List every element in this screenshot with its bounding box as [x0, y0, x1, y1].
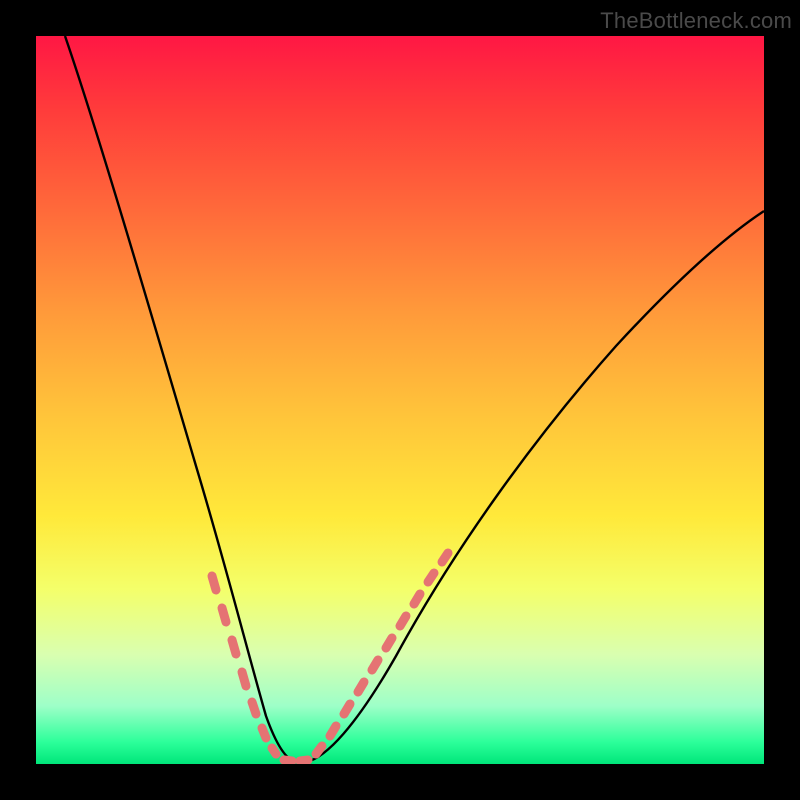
- chart-plot-area: [36, 36, 764, 764]
- highlight-dots-bottom: [284, 760, 308, 761]
- highlight-dots-right: [316, 553, 448, 754]
- chart-frame: TheBottleneck.com: [0, 0, 800, 800]
- chart-overlay-svg: [36, 36, 764, 764]
- bottleneck-curve: [65, 36, 764, 762]
- watermark-text: TheBottleneck.com: [600, 8, 792, 34]
- highlight-dots-left: [212, 576, 276, 754]
